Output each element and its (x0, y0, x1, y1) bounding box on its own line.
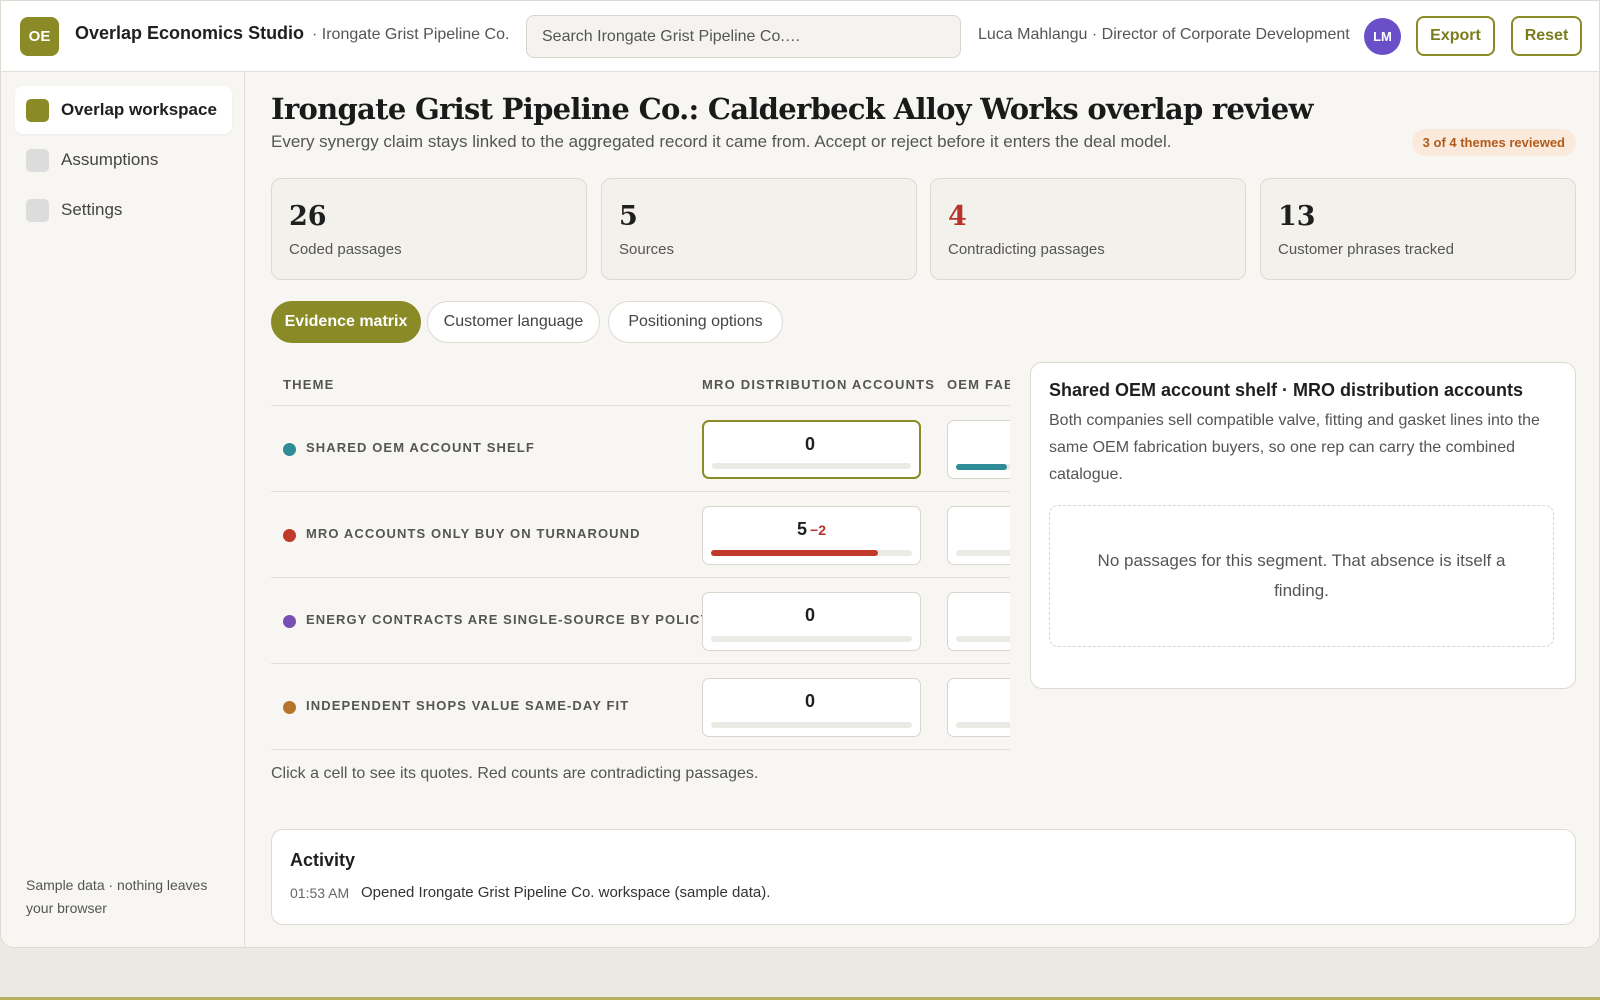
theme-label: ENERGY CONTRACTS ARE SINGLE-SOURCE BY PO… (306, 612, 711, 627)
theme-label: INDEPENDENT SHOPS VALUE SAME-DAY FIT (306, 698, 630, 713)
stat-label: Sources (619, 241, 675, 258)
matrix-cell[interactable]: 5 −2 (702, 506, 921, 565)
column-header-theme: THEME (283, 377, 335, 392)
sidebar-item-assumptions[interactable]: Assumptions (15, 136, 232, 184)
theme-label: MRO ACCOUNTS ONLY BUY ON TURNAROUND (306, 526, 641, 541)
cell-count: 0 (804, 434, 815, 454)
count-bar (956, 550, 1010, 556)
count-bar (711, 550, 912, 556)
stat-label: Contradicting passages (948, 241, 1105, 258)
avatar[interactable]: LM (1364, 18, 1401, 55)
matrix-header: THEME MRO DISTRIBUTION ACCOUNTS OEM FAB (271, 362, 1010, 406)
column-header-oem: OEM FAB (947, 377, 1010, 392)
count-bar (956, 464, 1010, 470)
activity-title: Activity (290, 850, 356, 870)
tab-positioning-options[interactable]: Positioning options (608, 301, 783, 343)
stat-card-contradicting-passages: 4 Contradicting passages (930, 178, 1246, 280)
matrix-cell[interactable] (947, 678, 1010, 737)
theme-dot-icon (283, 443, 296, 456)
matrix-cell[interactable]: 0 (702, 678, 921, 737)
app-logo: OE (20, 17, 59, 56)
top-bar: OE Overlap Economics Studio · Irongate G… (1, 1, 1599, 72)
sidebar-item-settings[interactable]: Settings (15, 186, 232, 234)
matrix-cell[interactable]: 0 (702, 420, 921, 479)
table-row: INDEPENDENT SHOPS VALUE SAME-DAY FIT 0 (271, 664, 1010, 750)
table-row: MRO ACCOUNTS ONLY BUY ON TURNAROUND 5 −2 (271, 492, 1010, 578)
app-window: OE Overlap Economics Studio · Irongate G… (0, 0, 1600, 948)
table-row: ENERGY CONTRACTS ARE SINGLE-SOURCE BY PO… (271, 578, 1010, 664)
assumptions-icon (26, 149, 49, 172)
count-bar-fill (956, 464, 1007, 470)
matrix-cell[interactable] (947, 592, 1010, 651)
evidence-matrix[interactable]: THEME MRO DISTRIBUTION ACCOUNTS OEM FAB … (271, 362, 1010, 755)
sidebar-item-label: Assumptions (61, 150, 159, 169)
tab-evidence-matrix[interactable]: Evidence matrix (271, 301, 421, 343)
search-input[interactable] (526, 15, 961, 58)
matrix-help-note: Click a cell to see its quotes. Red coun… (271, 765, 759, 782)
count-bar-fill (711, 550, 878, 556)
stat-label: Coded passages (289, 241, 402, 258)
count-bar (711, 722, 912, 728)
stat-value: 5 (619, 201, 638, 232)
activity-timestamp: 01:53 AM (290, 885, 350, 901)
count-bar (712, 463, 911, 469)
column-header-mro: MRO DISTRIBUTION ACCOUNTS (702, 377, 936, 392)
theme-dot-icon (283, 701, 296, 714)
stat-value: 13 (1278, 201, 1316, 232)
status-badge: 3 of 4 themes reviewed (1411, 129, 1576, 156)
detail-panel: Shared OEM account shelf · MRO distribut… (1030, 362, 1576, 689)
matrix-cell[interactable] (947, 420, 1010, 479)
matrix-cell[interactable]: 0 (702, 592, 921, 651)
sidebar-footer-note: Sample data · nothing leaves your browse… (26, 877, 208, 916)
stat-card-coded-passages: 26 Coded passages (271, 178, 587, 280)
detail-title: Shared OEM account shelf · MRO distribut… (1049, 380, 1524, 400)
stat-cards: 26 Coded passages 5 Sources 4 Contradict… (271, 178, 1576, 280)
count-bar (956, 636, 1010, 642)
table-row: SHARED OEM ACCOUNT SHELF 0 (271, 406, 1010, 492)
settings-icon (26, 199, 49, 222)
count-bar (956, 722, 1010, 728)
stat-card-customer-phrases: 13 Customer phrases tracked (1260, 178, 1576, 280)
cell-count: 0 (804, 605, 815, 625)
export-button[interactable]: Export (1416, 16, 1495, 56)
stat-value: 4 (948, 201, 967, 232)
main-content: Irongate Grist Pipeline Co.: Calderbeck … (271, 72, 1576, 947)
cell-count: 0 (804, 691, 815, 711)
page-subtitle: Every synergy claim stays linked to the … (271, 132, 1172, 151)
page-title: Irongate Grist Pipeline Co.: Calderbeck … (271, 92, 1313, 126)
sidebar-item-label: Overlap workspace (61, 100, 217, 119)
tab-customer-language[interactable]: Customer language (427, 301, 600, 343)
sidebar: Overlap workspace Assumptions Settings S… (1, 72, 245, 947)
contradicting-count: −2 (810, 522, 826, 538)
sidebar-item-overlap-workspace[interactable]: Overlap workspace (15, 86, 232, 134)
matrix-cell[interactable] (947, 506, 1010, 565)
cell-count: 5 −2 (797, 519, 826, 539)
theme-dot-icon (283, 615, 296, 628)
stat-value: 26 (289, 201, 327, 232)
stat-label: Customer phrases tracked (1278, 241, 1454, 258)
empty-state: No passages for this segment. That absen… (1049, 505, 1554, 647)
count-bar (711, 636, 912, 642)
user-name-role: Luca Mahlangu · Director of Corporate De… (978, 26, 1350, 43)
app-name: Overlap Economics Studio (75, 23, 305, 43)
reset-button[interactable]: Reset (1511, 16, 1582, 56)
company-breadcrumb: · Irongate Grist Pipeline Co. (312, 26, 510, 43)
activity-entry: Opened Irongate Grist Pipeline Co. works… (361, 884, 771, 901)
theme-label: SHARED OEM ACCOUNT SHELF (306, 440, 535, 455)
activity-panel: Activity 01:53 AM Opened Irongate Grist … (271, 829, 1576, 925)
overlap-workspace-icon (26, 99, 49, 122)
empty-state-text: No passages for this segment. That absen… (1097, 551, 1506, 600)
stat-card-sources: 5 Sources (601, 178, 917, 280)
sidebar-item-label: Settings (61, 200, 123, 219)
theme-dot-icon (283, 529, 296, 542)
detail-description: Both companies sell compatible valve, fi… (1049, 412, 1540, 483)
